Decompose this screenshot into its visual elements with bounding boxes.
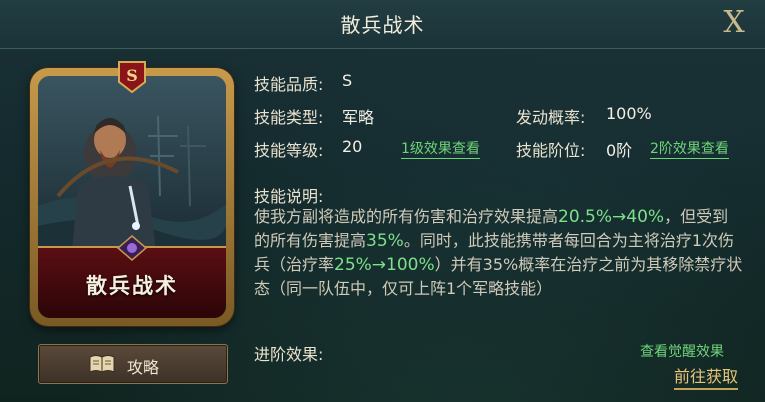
card-art-illustration <box>38 76 226 252</box>
guide-button-label: 攻略 <box>127 358 160 377</box>
type-value: 军略 <box>342 108 375 127</box>
stage-effect-link[interactable]: 2阶效果查看 <box>650 138 729 159</box>
advance-effect-label: 进阶效果: <box>254 345 324 364</box>
desc-text-1: 使我方副将造成的所有伤害和治疗效果提高 <box>254 207 559 226</box>
level-label: 技能等级: <box>254 141 324 160</box>
desc-highlight-2: 35% <box>366 231 404 251</box>
desc-highlight-1: 20.5%→40% <box>558 207 665 227</box>
guide-button[interactable]: 攻略 <box>38 344 228 384</box>
card-inner: 散兵战术 <box>38 76 226 318</box>
type-row: 技能类型: 军略 <box>254 104 374 128</box>
rank-letter: S <box>126 66 138 85</box>
skill-detail-panel: 散兵战术 X 散兵战术 S 攻略 技能品质: S 技能类型: 军略 发动概率: … <box>0 0 765 402</box>
goto-acquire-button[interactable]: 前往获取 <box>674 363 739 390</box>
skill-card: 散兵战术 S <box>30 60 234 326</box>
quality-row: 技能品质: S <box>254 71 352 95</box>
stage-value: 0阶 <box>606 141 633 160</box>
quality-label: 技能品质: <box>254 75 324 94</box>
skill-info: 技能品质: S 技能类型: 军略 发动概率: 100% 技能等级: 20 1级效… <box>254 0 754 402</box>
stage-label: 技能阶位: <box>516 141 586 160</box>
level-value: 20 <box>342 137 363 156</box>
level-row: 技能等级: 20 <box>254 137 362 161</box>
faction-gem-icon <box>116 235 148 261</box>
rank-s-badge-icon: S <box>118 61 146 94</box>
trigger-row: 发动概率: 100% <box>516 104 652 128</box>
quality-value: S <box>342 71 353 90</box>
card-name: 散兵战术 <box>86 274 178 298</box>
book-icon <box>89 355 115 373</box>
awakening-effect-link[interactable]: 查看觉醒效果 <box>640 341 724 361</box>
desc-highlight-3: 25%→100% <box>334 255 435 275</box>
trigger-value: 100% <box>606 104 652 123</box>
trigger-label: 发动概率: <box>516 108 586 127</box>
level-effect-link[interactable]: 1级效果查看 <box>401 138 480 159</box>
stage-row: 技能阶位: 0阶 <box>516 137 632 161</box>
skill-description: 使我方副将造成的所有伤害和治疗效果提高20.5%→40%，但受到的所有伤害提高3… <box>254 205 744 301</box>
type-label: 技能类型: <box>254 108 324 127</box>
description-label: 技能说明: <box>254 187 324 206</box>
